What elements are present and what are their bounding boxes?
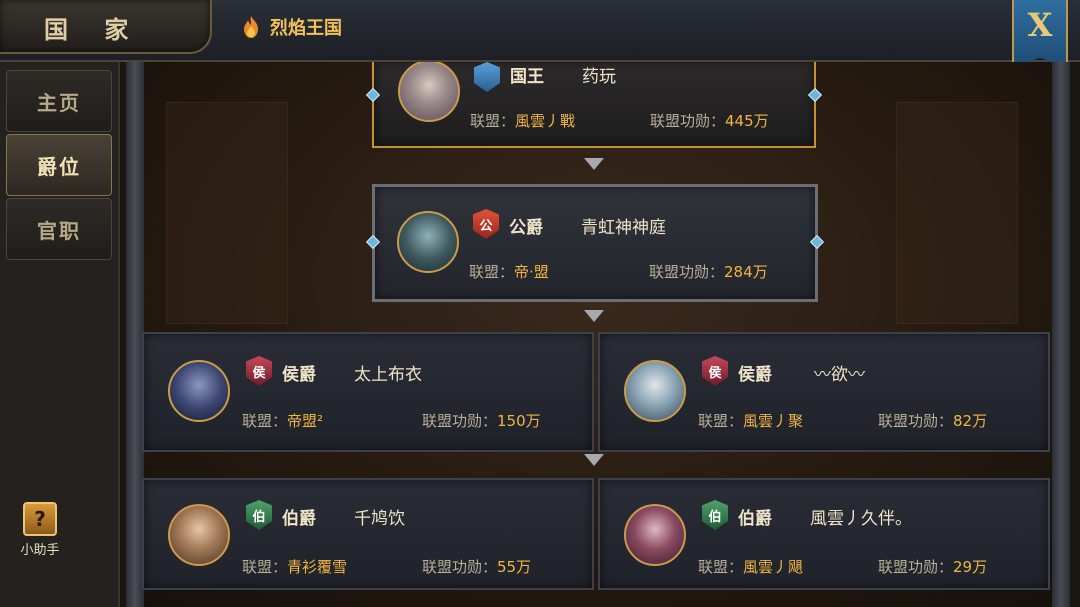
- alliance-info: 联盟：帝·盟: [469, 261, 549, 282]
- alliance-info: 联盟：青衫覆雪: [242, 556, 347, 577]
- alliance-label: 联盟：: [469, 263, 515, 281]
- alliance-label: 联盟：: [698, 558, 744, 576]
- merit-label: 联盟功勋：: [422, 412, 498, 430]
- merit-label: 联盟功勋：: [649, 263, 725, 281]
- merit-label: 联盟功勋：: [878, 412, 954, 430]
- tab-nobility-label: 爵位: [37, 154, 81, 179]
- rank-title: 伯爵: [282, 509, 316, 529]
- crown-badge-icon: [474, 62, 500, 92]
- player-name: 風雲丿久伴。: [810, 509, 912, 529]
- alliance-name: 帝盟²: [287, 412, 324, 430]
- alliance-name: 風雲丿飓: [743, 558, 804, 576]
- earl-badge-icon: 伯: [702, 500, 728, 530]
- king-card[interactable]: 国王 药玩 联盟：風雲丿戰 联盟功勋：445万: [365, 62, 823, 148]
- tab-home[interactable]: 主页: [6, 70, 112, 132]
- alliance-label: 联盟：: [470, 112, 516, 130]
- right-pillar: [1052, 62, 1070, 607]
- alliance-name: 風雲丿戰: [515, 112, 576, 130]
- rank-title: 侯爵: [738, 365, 772, 385]
- earl-card[interactable]: 伯 伯爵 千鸠饮 联盟：青衫覆雪 联盟功勋：55万: [142, 478, 594, 590]
- alliance-label: 联盟：: [698, 412, 744, 430]
- merit-info: 联盟功勋：82万: [878, 410, 987, 431]
- earl-badge-icon: 伯: [246, 500, 272, 530]
- tab-home-label: 主页: [37, 90, 81, 115]
- helper-label: 小助手: [20, 543, 60, 558]
- tab-officials-label: 官职: [37, 218, 81, 243]
- merit-value: 82万: [953, 412, 988, 430]
- avatar: [397, 211, 459, 273]
- avatar: [168, 504, 230, 566]
- close-button[interactable]: X: [1012, 0, 1068, 68]
- alliance-name: 青衫覆雪: [287, 558, 348, 576]
- tab-nobility[interactable]: 爵位: [6, 134, 112, 196]
- arrow-down-icon: [584, 158, 604, 170]
- kingdom-label: 烈焰王国: [240, 14, 342, 40]
- merit-value: 445万: [725, 112, 769, 130]
- rank-title: 侯爵: [282, 365, 316, 385]
- alliance-label: 联盟：: [242, 412, 288, 430]
- player-name: 〰欲〰: [814, 365, 865, 385]
- page-title: 国 家: [44, 15, 143, 44]
- alliance-info: 联盟：風雲丿飓: [698, 556, 803, 577]
- sidebar: 主页 爵位 官职 ? 小助手: [0, 62, 120, 607]
- merit-label: 联盟功勋：: [650, 112, 726, 130]
- rank-title: 伯爵: [738, 509, 772, 529]
- gem-icon: [809, 234, 825, 250]
- question-icon: ?: [23, 502, 57, 536]
- title-tab: 国 家: [0, 0, 212, 54]
- merit-info: 联盟功勋：445万: [650, 110, 769, 131]
- merit-info: 联盟功勋：55万: [422, 556, 531, 577]
- avatar: [624, 504, 686, 566]
- player-name: 千鸠饮: [354, 509, 405, 529]
- kingdom-name: 烈焰王国: [270, 18, 342, 39]
- player-name: 药玩: [582, 67, 616, 87]
- alliance-name: 風雲丿聚: [743, 412, 804, 430]
- merit-info: 联盟功勋：150万: [422, 410, 541, 431]
- player-name: 太上布衣: [354, 365, 422, 385]
- nobility-tree: 国王 药玩 联盟：風雲丿戰 联盟功勋：445万 公 公爵 青虹神神庭 联盟：帝·…: [126, 62, 1070, 607]
- merit-value: 29万: [953, 558, 988, 576]
- alliance-info: 联盟：風雲丿聚: [698, 410, 803, 431]
- avatar: [624, 360, 686, 422]
- alliance-info: 联盟：風雲丿戰: [470, 110, 575, 131]
- earl-card[interactable]: 伯 伯爵 風雲丿久伴。 联盟：風雲丿飓 联盟功勋：29万: [598, 478, 1050, 590]
- marquis-badge-icon: 侯: [246, 356, 272, 386]
- duke-badge-icon: 公: [473, 209, 499, 239]
- arrow-down-icon: [584, 454, 604, 466]
- top-bar: 国 家 烈焰王国 X: [0, 0, 1080, 68]
- gem-icon: [365, 87, 381, 103]
- merit-label: 联盟功勋：: [878, 558, 954, 576]
- rank-title: 国王: [510, 67, 544, 87]
- arrow-down-icon: [584, 310, 604, 322]
- flame-icon: [244, 16, 258, 38]
- marquis-badge-icon: 侯: [702, 356, 728, 386]
- marquis-card[interactable]: 侯 侯爵 〰欲〰 联盟：風雲丿聚 联盟功勋：82万: [598, 332, 1050, 452]
- helper-button[interactable]: ? 小助手: [14, 502, 66, 558]
- nation-panel: 国 家 烈焰王国 X 主页 爵位 官职 ? 小助手 国王 药玩 联盟：風雲丿戰 …: [0, 0, 1080, 607]
- player-name: 青虹神神庭: [581, 218, 666, 238]
- rank-title: 公爵: [509, 218, 543, 238]
- background-statue: [166, 102, 288, 324]
- merit-value: 55万: [497, 558, 532, 576]
- tab-officials[interactable]: 官职: [6, 198, 112, 260]
- duke-card[interactable]: 公 公爵 青虹神神庭 联盟：帝·盟 联盟功勋：284万: [365, 184, 825, 302]
- alliance-info: 联盟：帝盟²: [242, 410, 323, 431]
- close-icon: X: [1027, 6, 1053, 44]
- merit-info: 联盟功勋：29万: [878, 556, 987, 577]
- marquis-card[interactable]: 侯 侯爵 太上布衣 联盟：帝盟² 联盟功勋：150万: [142, 332, 594, 452]
- alliance-name: 帝·盟: [514, 263, 549, 281]
- merit-label: 联盟功勋：: [422, 558, 498, 576]
- avatar: [168, 360, 230, 422]
- merit-value: 284万: [724, 263, 768, 281]
- alliance-label: 联盟：: [242, 558, 288, 576]
- avatar: [398, 62, 460, 122]
- gem-icon: [365, 234, 381, 250]
- merit-value: 150万: [497, 412, 541, 430]
- background-statue: [896, 102, 1018, 324]
- gem-icon: [807, 87, 823, 103]
- merit-info: 联盟功勋：284万: [649, 261, 768, 282]
